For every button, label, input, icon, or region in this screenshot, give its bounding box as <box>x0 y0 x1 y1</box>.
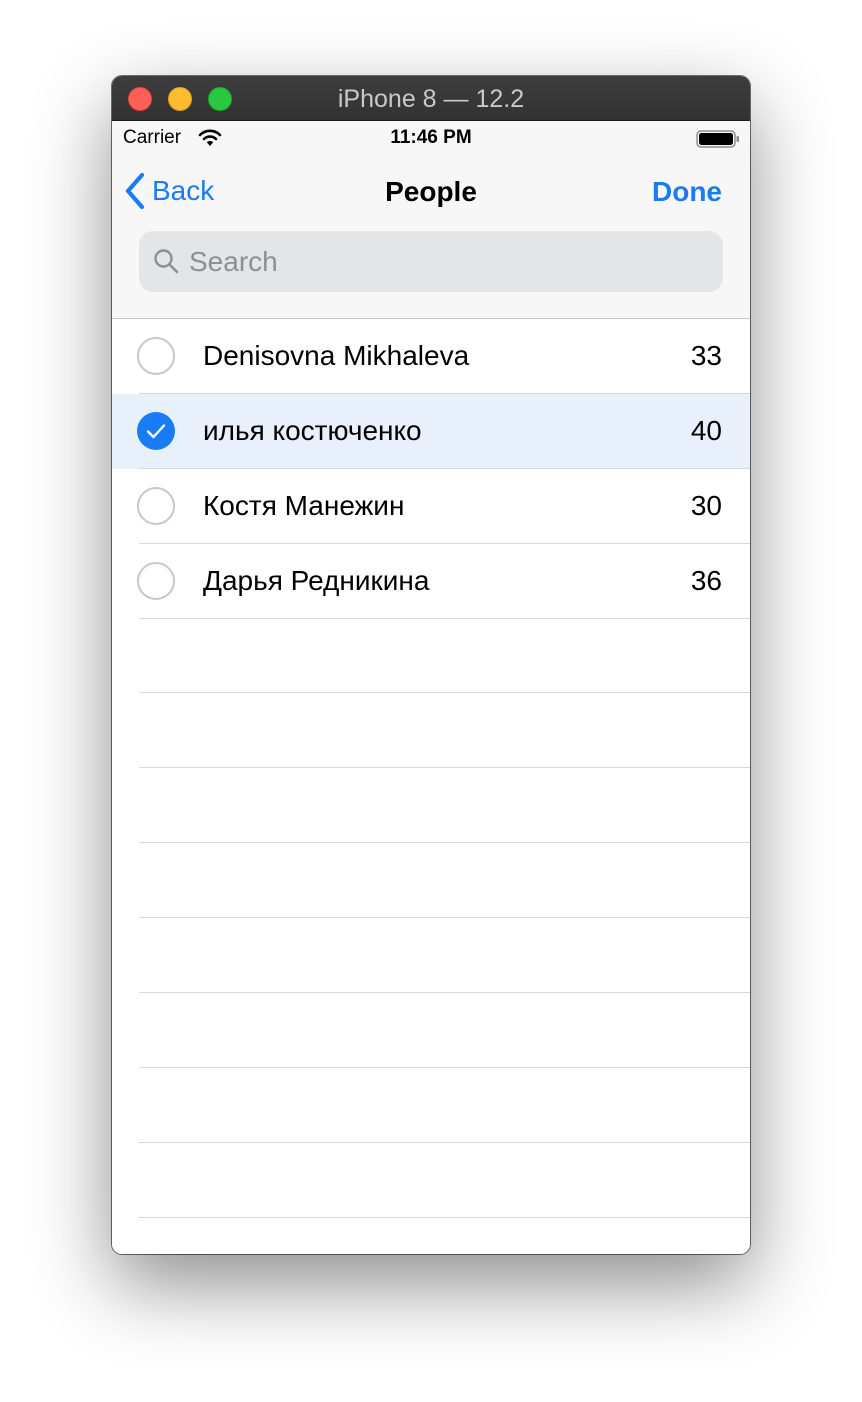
search-input[interactable] <box>189 231 709 292</box>
unchecked-circle-icon[interactable] <box>137 337 175 375</box>
checkmark-icon <box>146 424 166 439</box>
empty-row-divider <box>139 1067 750 1068</box>
empty-row-divider <box>139 1217 750 1218</box>
row-divider <box>139 618 750 619</box>
person-age: 40 <box>690 415 722 446</box>
person-age: 30 <box>690 490 722 521</box>
empty-row-divider <box>139 842 750 843</box>
search-bar[interactable] <box>139 231 723 292</box>
window-titlebar[interactable]: iPhone 8 — 12.2 <box>112 76 750 121</box>
done-button[interactable]: Done <box>652 176 722 208</box>
person-name: Дарья Редникина <box>203 565 430 596</box>
unchecked-circle-icon[interactable] <box>137 562 175 600</box>
empty-row-divider <box>139 992 750 993</box>
person-name: Denisovna Mikhaleva <box>203 340 470 371</box>
list-item[interactable]: илья костюченко 40 <box>112 394 750 469</box>
list-item[interactable]: Костя Манежин 30 <box>112 469 750 544</box>
window-title: iPhone 8 — 12.2 <box>337 85 525 113</box>
status-time: 11:46 PM <box>390 127 472 148</box>
list-item[interactable]: Denisovna Mikhaleva 33 <box>112 319 750 394</box>
search-icon <box>154 249 179 274</box>
list-item[interactable]: Дарья Редникина 36 <box>112 544 750 619</box>
unchecked-circle-icon[interactable] <box>137 487 175 525</box>
empty-row-divider <box>139 767 750 768</box>
battery-icon <box>696 130 739 148</box>
checkmark-circle-icon[interactable] <box>137 412 175 450</box>
empty-row-divider <box>139 692 750 693</box>
simulator-window: iPhone 8 — 12.2 Carrier 11:46 PM Back Pe… <box>112 76 750 1254</box>
person-name: илья костюченко <box>203 415 422 446</box>
person-age: 33 <box>690 340 722 371</box>
empty-row-divider <box>139 1142 750 1143</box>
device-screen: Carrier 11:46 PM Back People Done Search… <box>112 121 750 1254</box>
navigation-area: Carrier 11:46 PM Back People Done <box>112 121 750 319</box>
empty-row-divider <box>139 917 750 918</box>
person-age: 36 <box>690 565 722 596</box>
person-name: Костя Манежин <box>203 490 405 521</box>
